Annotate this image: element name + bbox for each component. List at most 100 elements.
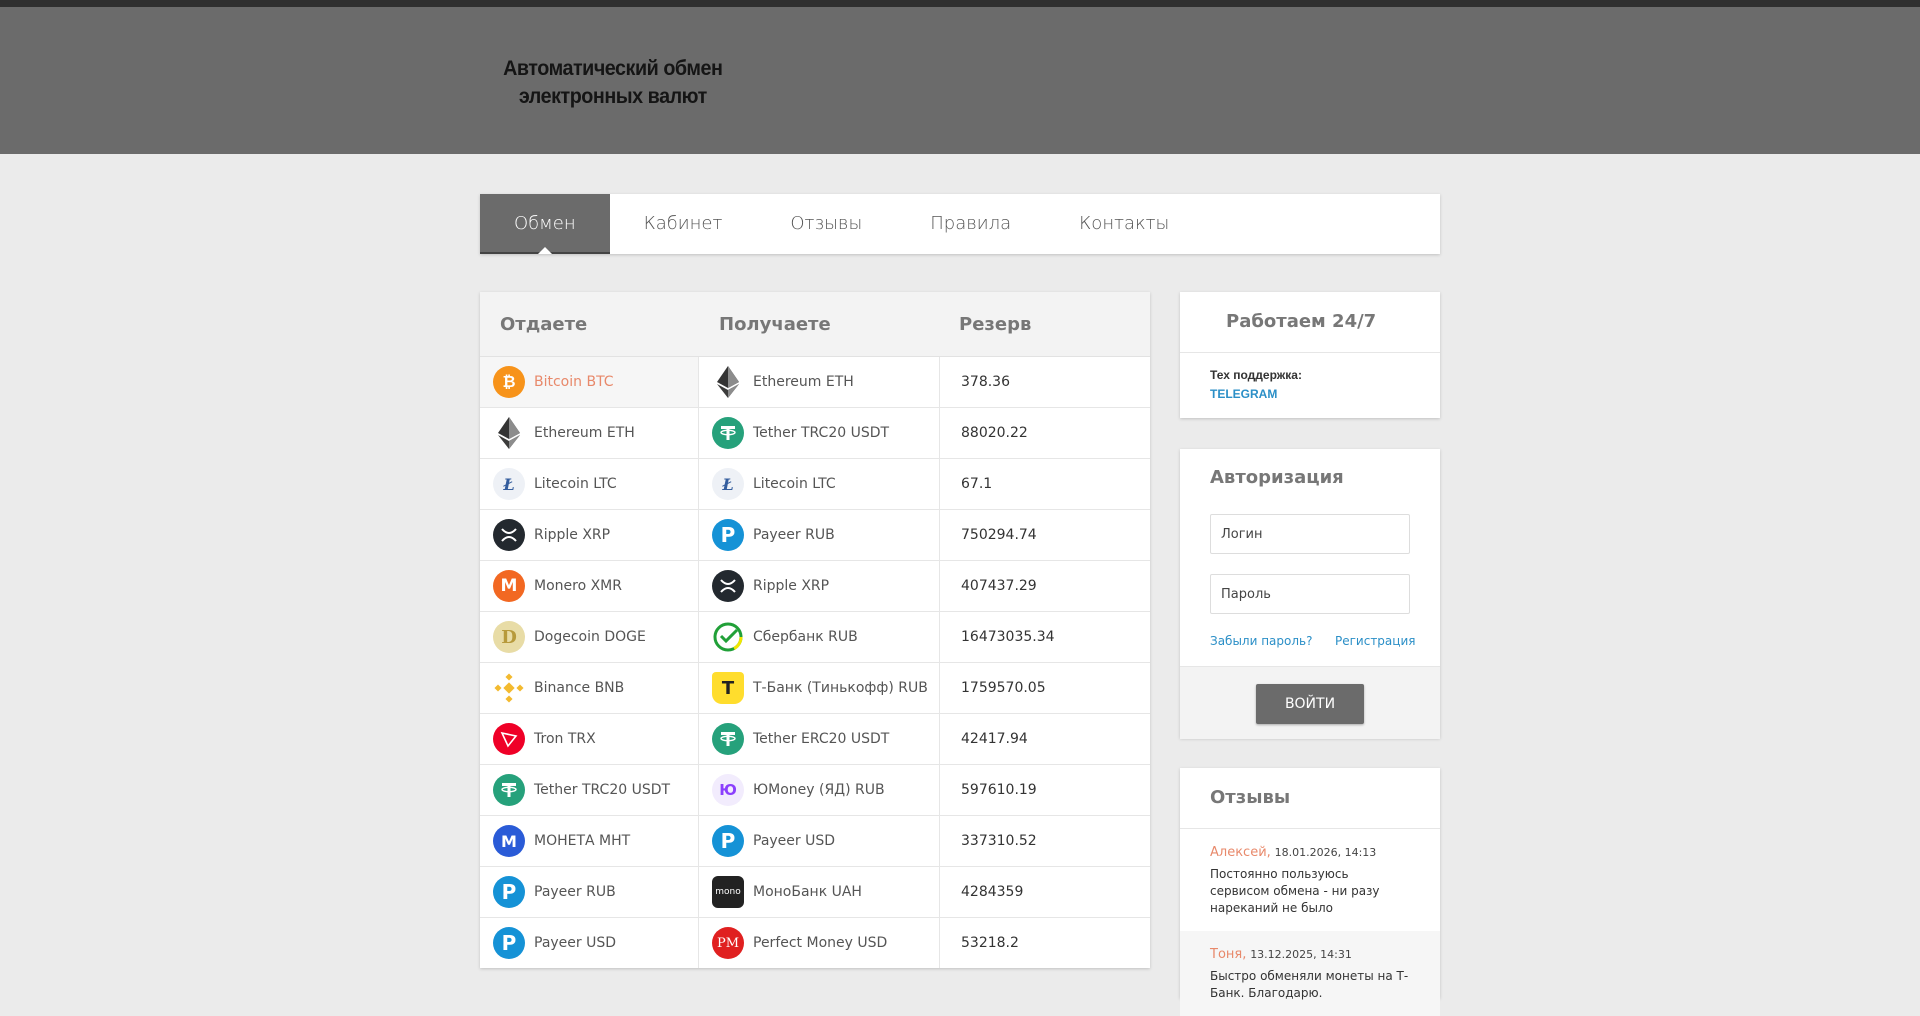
give-currency-name: Payeer RUB bbox=[534, 884, 616, 900]
binance-icon bbox=[493, 672, 525, 704]
nav-item-reviews[interactable]: Отзывы bbox=[756, 194, 896, 254]
give-currency-cell[interactable]: P Payeer RUB bbox=[480, 867, 699, 917]
get-currency-name: Litecoin LTC bbox=[753, 476, 836, 492]
monobank-icon: mono bbox=[712, 876, 744, 908]
review-text: Быстро обменяли монеты на Т-Банк. Благод… bbox=[1210, 969, 1409, 1000]
review-item[interactable]: Алексей, 18.01.2026, 14:13 Постоянно пол… bbox=[1180, 829, 1440, 931]
reserve-value: 53218.2 bbox=[961, 935, 1019, 951]
auth-box: Авторизация Забыли пароль? Регистрация В… bbox=[1180, 449, 1440, 739]
give-currency-cell[interactable]: Binance BNB bbox=[480, 663, 699, 713]
get-currency-cell[interactable]: Tether ERC20 USDT bbox=[699, 714, 940, 764]
nav-item-cabinet[interactable]: Кабинет bbox=[610, 194, 757, 254]
give-currency-cell[interactable]: P Payeer USD bbox=[480, 918, 699, 968]
reserve-cell: 1759570.05 bbox=[940, 663, 1150, 713]
give-currency-cell[interactable]: Ethereum ETH bbox=[480, 408, 699, 458]
reserve-value: 750294.74 bbox=[961, 527, 1037, 543]
telegram-link[interactable]: TELEGRAM bbox=[1210, 387, 1277, 401]
top-strip bbox=[0, 0, 1920, 7]
get-currency-cell[interactable]: P Payeer RUB bbox=[699, 510, 940, 560]
reserve-cell: 42417.94 bbox=[940, 714, 1150, 764]
sberbank-icon bbox=[712, 621, 744, 653]
reserve-cell: 750294.74 bbox=[940, 510, 1150, 560]
get-currency-cell[interactable]: Ł Litecoin LTC bbox=[699, 459, 940, 509]
get-currency-cell[interactable]: PM Perfect Money USD bbox=[699, 918, 940, 968]
give-currency-cell[interactable]: D Dogecoin DOGE bbox=[480, 612, 699, 662]
give-currency-cell[interactable]: Tron TRX bbox=[480, 714, 699, 764]
table-row: P Payeer RUB mono МоноБанк UAH 4284359 bbox=[480, 867, 1150, 918]
give-currency-name: Binance BNB bbox=[534, 680, 625, 696]
perfect-money-icon: PM bbox=[712, 927, 744, 959]
auth-title: Авторизация bbox=[1210, 467, 1344, 488]
main-nav: Обмен Кабинет Отзывы Правила Контакты bbox=[480, 194, 1440, 254]
nav-item-exchange[interactable]: Обмен bbox=[480, 194, 610, 254]
reserve-value: 67.1 bbox=[961, 476, 993, 492]
give-currency-cell[interactable]: Ł Litecoin LTC bbox=[480, 459, 699, 509]
nav-item-rules[interactable]: Правила bbox=[896, 194, 1045, 254]
litecoin-icon: Ł bbox=[493, 468, 525, 500]
reserve-cell: 337310.52 bbox=[940, 816, 1150, 866]
reserve-cell: 53218.2 bbox=[940, 918, 1150, 968]
reserve-value: 4284359 bbox=[961, 884, 1024, 900]
give-currency-cell[interactable]: Ripple XRP bbox=[480, 510, 699, 560]
dogecoin-icon: D bbox=[493, 621, 525, 653]
give-currency-cell[interactable]: ₿ Bitcoin BTC bbox=[480, 357, 699, 407]
review-item[interactable]: Тоня, 13.12.2025, 14:31 Быстро обменяли … bbox=[1180, 931, 1440, 1016]
reserve-value: 42417.94 bbox=[961, 731, 1028, 747]
login-button[interactable]: ВОЙТИ bbox=[1256, 684, 1364, 724]
reserve-cell: 407437.29 bbox=[940, 561, 1150, 611]
work-title: Работаем 24/7 bbox=[1180, 292, 1440, 353]
header-reserve: Резерв bbox=[959, 314, 1032, 335]
give-currency-name: Tether TRC20 USDT bbox=[534, 782, 671, 798]
payeer-icon: P bbox=[712, 825, 744, 857]
reserve-cell: 67.1 bbox=[940, 459, 1150, 509]
get-currency-name: Perfect Money USD bbox=[753, 935, 888, 951]
password-input[interactable] bbox=[1210, 574, 1410, 614]
login-input[interactable] bbox=[1210, 514, 1410, 554]
get-currency-cell[interactable]: Tether TRC20 USDT bbox=[699, 408, 940, 458]
reviews-title: Отзывы bbox=[1180, 768, 1440, 829]
nav-item-contacts[interactable]: Контакты bbox=[1045, 194, 1203, 254]
table-row: ₿ Bitcoin BTC Ethereum ETH 378.36 bbox=[480, 357, 1150, 408]
give-currency-name: Dogecoin DOGE bbox=[534, 629, 646, 645]
get-currency-cell[interactable]: Ю ЮMoney (ЯД) RUB bbox=[699, 765, 940, 815]
get-currency-name: Tether TRC20 USDT bbox=[753, 425, 890, 441]
moneta-icon: M bbox=[493, 825, 525, 857]
get-currency-cell[interactable]: Ripple XRP bbox=[699, 561, 940, 611]
tbank-icon: T bbox=[712, 672, 744, 704]
get-currency-cell[interactable]: mono МоноБанк UAH bbox=[699, 867, 940, 917]
table-row: Tether TRC20 USDT Ю ЮMoney (ЯД) RUB 597610.… bbox=[480, 765, 1150, 816]
get-currency-name: Ripple XRP bbox=[753, 578, 830, 594]
table-row: Ł Litecoin LTC Ł Litecoin LTC 67.1 bbox=[480, 459, 1150, 510]
table-row: Ethereum ETH Tether TRC20 USDT 88020.22 bbox=[480, 408, 1150, 459]
active-indicator bbox=[537, 247, 552, 254]
get-currency-cell[interactable]: T Т-Банк (Тинькофф) RUB bbox=[699, 663, 940, 713]
yoomoney-icon: Ю bbox=[712, 774, 744, 806]
give-currency-cell[interactable]: M Monero XMR bbox=[480, 561, 699, 611]
review-author: Тоня, bbox=[1210, 947, 1247, 962]
get-currency-cell[interactable]: Сбербанк RUB bbox=[699, 612, 940, 662]
get-currency-cell[interactable]: Ethereum ETH bbox=[699, 357, 940, 407]
payeer-icon: P bbox=[493, 876, 525, 908]
logo-line-1: Автоматический обмен bbox=[503, 57, 723, 80]
give-currency-cell[interactable]: M МОНЕТА МНТ bbox=[480, 816, 699, 866]
forgot-password-link[interactable]: Забыли пароль? bbox=[1210, 634, 1312, 648]
reviews-box: Отзывы Алексей, 18.01.2026, 14:13 Постоя… bbox=[1180, 768, 1440, 1016]
give-currency-name: Monero XMR bbox=[534, 578, 622, 594]
auth-footer: ВОЙТИ bbox=[1180, 666, 1440, 739]
ripple-icon bbox=[493, 519, 525, 551]
get-currency-cell[interactable]: P Payeer USD bbox=[699, 816, 940, 866]
site-logo[interactable]: Автоматический обмен электронных валют bbox=[500, 55, 726, 111]
give-currency-cell[interactable]: Tether TRC20 USDT bbox=[480, 765, 699, 815]
exchange-table: Отдаете Получаете Резерв ₿ Bitcoin BTC Eth… bbox=[480, 292, 1150, 968]
work-hours-box: Работаем 24/7 Тех поддержка: TELEGRAM bbox=[1180, 292, 1440, 418]
give-currency-name: Litecoin LTC bbox=[534, 476, 617, 492]
nav-label: Правила bbox=[930, 213, 1012, 234]
litecoin-icon: Ł bbox=[712, 468, 744, 500]
table-row: Tron TRX Tether ERC20 USDT 42417.94 bbox=[480, 714, 1150, 765]
get-currency-name: Ethereum ETH bbox=[753, 374, 854, 390]
review-text: Постоянно пользуюсь сервисом обмена - ни… bbox=[1210, 867, 1380, 915]
review-date: 13.12.2025, 14:31 bbox=[1250, 948, 1352, 961]
register-link[interactable]: Регистрация bbox=[1335, 634, 1415, 648]
table-row: P Payeer USD PM Perfect Money USD 53218.2 bbox=[480, 918, 1150, 968]
payeer-icon: P bbox=[712, 519, 744, 551]
